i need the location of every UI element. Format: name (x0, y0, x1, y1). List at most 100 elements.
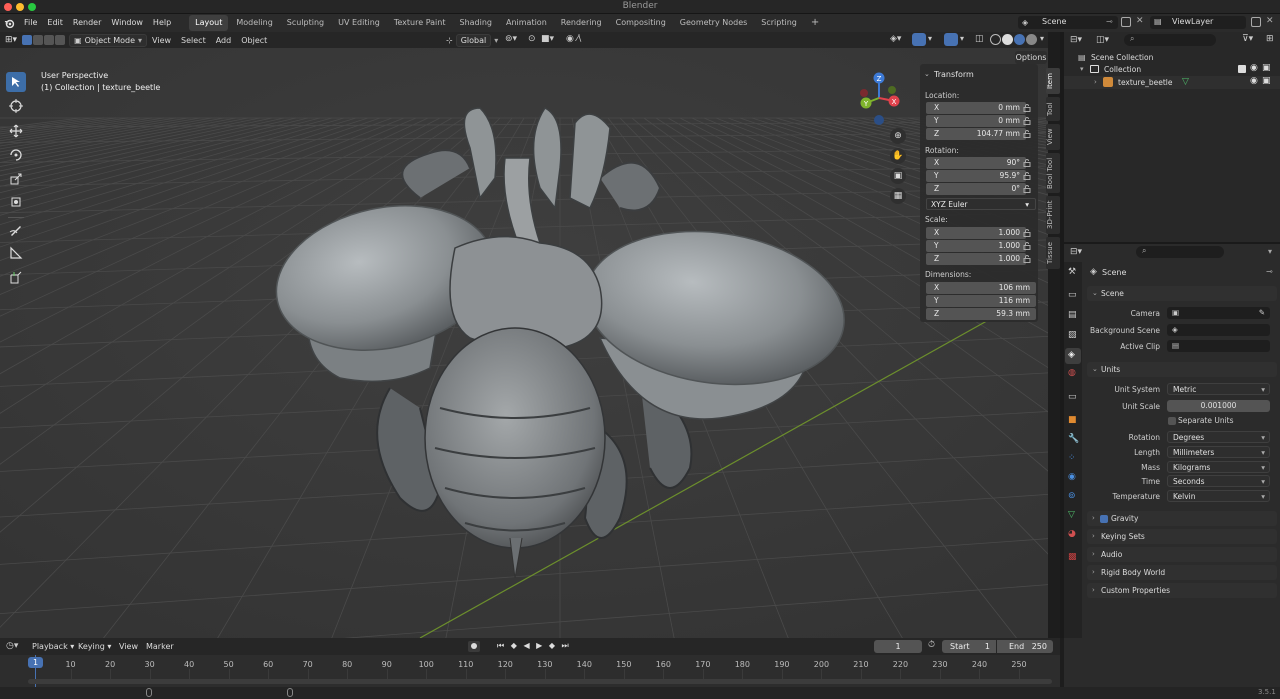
mesh-data-icon[interactable]: ▽ (1182, 77, 1189, 87)
scale-z-field[interactable]: Z 1.000 (926, 253, 1026, 265)
collection-tab-icon[interactable]: ▭ (1068, 392, 1077, 402)
tab-sculpting[interactable]: Sculpting (281, 15, 330, 31)
lock-icon[interactable] (1023, 104, 1031, 112)
tab-modeling[interactable]: Modeling (230, 15, 278, 31)
object-mode-dropdown[interactable]: ▣ Object Mode ▾ (69, 33, 148, 47)
chevron-down-icon[interactable]: ⌄ (924, 70, 930, 78)
snap-target-icon[interactable]: ■▾ (541, 34, 554, 44)
object-tab-icon[interactable]: ■ (1068, 415, 1077, 425)
dimensions-y-field[interactable]: Y 116 mm (926, 295, 1036, 307)
proportional-edit-icon[interactable]: ◉ ⁄\ (566, 34, 581, 44)
tab-uv-editing[interactable]: UV Editing (332, 15, 386, 31)
options-dropdown[interactable]: Options (1015, 51, 1047, 64)
xray-toggle-icon[interactable]: ◫ (975, 34, 984, 44)
rotation-units-dropdown[interactable]: Degrees ▾ (1167, 431, 1270, 443)
gravity-section-header[interactable]: › Gravity (1087, 511, 1277, 526)
transform-orientation-dropdown[interactable]: ⊹ Global ▾ (446, 34, 498, 47)
scale-x-field[interactable]: X 1.000 (926, 227, 1026, 239)
menu-file[interactable]: File (19, 14, 42, 32)
add-workspace-icon[interactable]: + (805, 15, 825, 31)
output-tab-icon[interactable]: ▤ (1068, 310, 1077, 320)
outliner-scene-collection[interactable]: Scene Collection (1091, 53, 1153, 62)
properties-editor-icon[interactable]: ⊟▾ (1070, 247, 1082, 257)
transform-panel-title[interactable]: Transform (934, 70, 974, 79)
lock-icon[interactable] (1023, 229, 1031, 237)
menu-help[interactable]: Help (148, 14, 176, 32)
overlay-toggle-icon[interactable] (944, 33, 958, 46)
timeline-editor-icon[interactable]: ◷▾ (6, 641, 18, 651)
lock-icon[interactable] (1023, 130, 1031, 138)
scene-tab-icon[interactable]: ◈ (1065, 348, 1081, 364)
texture-tab-icon[interactable]: ▩ (1068, 552, 1077, 562)
particles-tab-icon[interactable]: ⁘ (1068, 453, 1076, 463)
pivot-point-icon[interactable]: ⊚▾ (505, 34, 517, 44)
menu-playback[interactable]: Playback ▾ (32, 642, 74, 651)
chevron-down-icon[interactable]: ▾ (1268, 247, 1272, 256)
add-cube-tool[interactable] (6, 268, 26, 288)
tab-tool[interactable]: Tool (1046, 97, 1060, 121)
playback-controls[interactable]: ⏮ ◆ ◀ ▶ ◆ ⏭ (497, 641, 571, 651)
camera-render-icon[interactable]: ▣ (1262, 76, 1271, 86)
menu-timeline-view[interactable]: View (119, 642, 138, 651)
pin-icon[interactable]: ⊸ (1266, 267, 1273, 276)
keying-sets-section-header[interactable]: › Keying Sets (1087, 529, 1277, 544)
tab-animation[interactable]: Animation (500, 15, 553, 31)
menu-add[interactable]: Add (211, 36, 237, 45)
pin-icon[interactable]: ⊸ (1106, 17, 1113, 26)
record-button[interactable] (468, 641, 480, 652)
menu-view[interactable]: View (147, 36, 176, 45)
tab-texture-paint[interactable]: Texture Paint (388, 15, 452, 31)
tab-view[interactable]: View (1046, 124, 1060, 150)
filter-icon[interactable]: ⊽▾ (1242, 34, 1253, 44)
tab-compositing[interactable]: Compositing (610, 15, 672, 31)
tab-item[interactable]: Item (1046, 68, 1060, 94)
blender-logo-icon[interactable] (0, 18, 19, 29)
scale-tool[interactable] (6, 169, 26, 189)
menu-select[interactable]: Select (176, 36, 211, 45)
menu-render[interactable]: Render (68, 14, 106, 32)
location-x-field[interactable]: X0 mm (926, 102, 1026, 114)
mass-units-dropdown[interactable]: Kilograms ▾ (1167, 461, 1270, 473)
time-units-dropdown[interactable]: Seconds ▾ (1167, 475, 1270, 487)
properties-search-input[interactable]: ⌕ (1136, 246, 1224, 258)
outliner-collection[interactable]: Collection (1104, 65, 1141, 74)
display-mode-icon[interactable]: ◫▾ (1096, 35, 1109, 45)
menu-keying[interactable]: Keying ▾ (78, 642, 111, 651)
audio-section-header[interactable]: › Audio (1087, 547, 1277, 562)
select-box-tool[interactable] (6, 72, 26, 92)
navigation-gizmo[interactable]: Z Y X (852, 68, 904, 128)
dimensions-z-field[interactable]: Z 59.3 mm (926, 308, 1036, 320)
annotate-tool[interactable] (6, 220, 26, 240)
tab-3d-print[interactable]: 3D-Print (1046, 196, 1060, 234)
shading-mode-buttons[interactable] (990, 34, 1037, 45)
scale-y-field[interactable]: Y 1.000 (926, 240, 1026, 252)
rotation-mode-dropdown[interactable]: XYZ Euler ▾ (926, 198, 1036, 210)
tab-layout[interactable]: Layout (189, 15, 229, 31)
move-tool[interactable] (6, 121, 26, 141)
outliner-object-name[interactable]: texture_beetle (1118, 78, 1172, 87)
lock-icon[interactable] (1023, 172, 1031, 180)
checkbox-icon[interactable] (1238, 65, 1246, 73)
world-tab-icon[interactable]: ◍ (1068, 368, 1076, 378)
chevron-down-icon[interactable]: ▾ (1080, 65, 1084, 73)
pan-hand-icon[interactable]: ✋ (890, 148, 906, 164)
chevron-down-icon[interactable]: ▾ (1040, 34, 1044, 43)
camera-field[interactable]: ▣ ✎ (1167, 307, 1270, 319)
timeline-scrollbar[interactable] (28, 679, 1052, 684)
menu-edit[interactable]: Edit (42, 14, 68, 32)
length-units-dropdown[interactable]: Millimeters ▾ (1167, 446, 1270, 458)
playhead[interactable]: 1 (28, 657, 43, 668)
tab-rendering[interactable]: Rendering (555, 15, 608, 31)
view-layer-tab-icon[interactable]: ▨ (1068, 330, 1077, 340)
tool-tab-icon[interactable]: ⚒ (1068, 267, 1076, 277)
perspective-toggle-icon[interactable]: ▦ (890, 188, 906, 204)
location-z-field[interactable]: Z 104.77 mm (926, 128, 1026, 140)
unit-scale-field[interactable]: 0.001000 (1167, 400, 1270, 412)
chevron-down-icon[interactable]: ▾ (928, 34, 932, 43)
camera-render-icon[interactable]: ▣ (1262, 63, 1271, 73)
eye-icon[interactable]: ◉ (1250, 63, 1258, 73)
rotate-tool[interactable] (6, 145, 26, 165)
snap-icon[interactable]: ⊙ (528, 34, 536, 44)
current-frame-field[interactable]: 1 (874, 640, 922, 653)
lock-icon[interactable] (1023, 255, 1031, 263)
